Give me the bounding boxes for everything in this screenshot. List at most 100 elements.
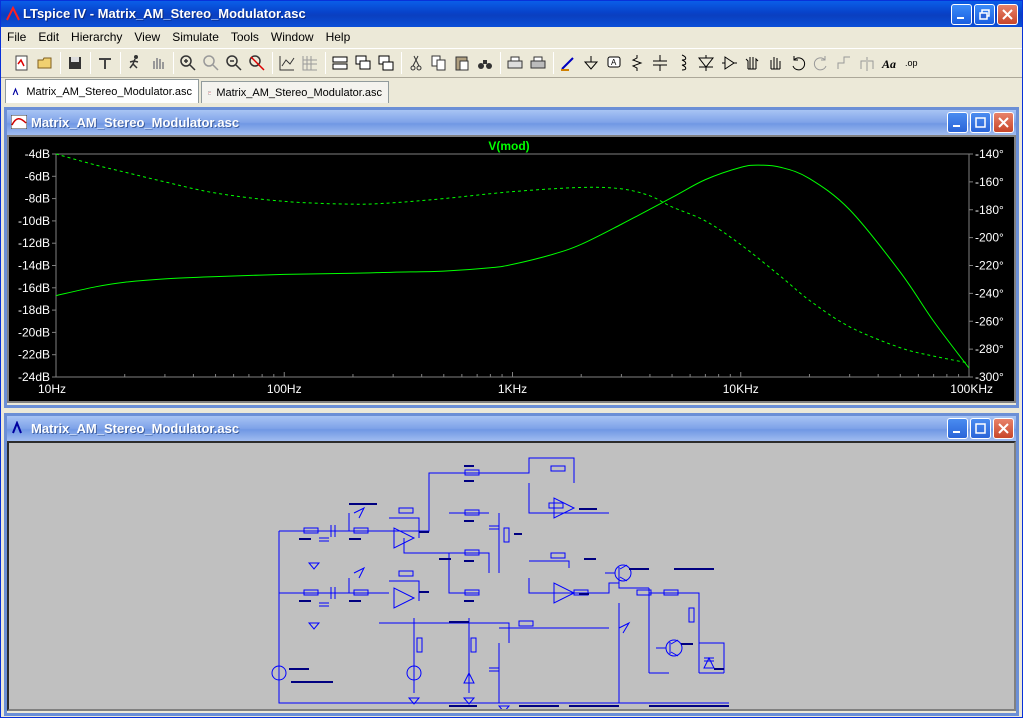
ground-button[interactable] — [580, 52, 602, 74]
grid-icon — [302, 56, 317, 71]
menu-tools[interactable]: Tools — [225, 27, 265, 47]
zoom-fit-button[interactable] — [246, 52, 268, 74]
schematic-window: Matrix_AM_Stereo_Modulator.asc — [4, 413, 1019, 716]
document-tab-bar: Matrix_AM_Stereo_Modulator.asc Matrix_AM… — [1, 79, 1022, 103]
y2-tick-label: -260° — [975, 314, 1004, 328]
run-button[interactable] — [124, 52, 146, 74]
pan-icon — [203, 55, 219, 71]
diode-button[interactable] — [695, 52, 717, 74]
print-setup-button[interactable] — [504, 52, 526, 74]
x-tick-label: 10KHz — [723, 382, 759, 396]
waveform-tab-icon — [208, 90, 212, 95]
tab-waveform[interactable]: Matrix_AM_Stereo_Modulator.asc — [201, 81, 389, 103]
tile-vertical-button[interactable] — [375, 52, 397, 74]
waveform-minimize-button[interactable] — [947, 112, 968, 133]
y-tick-label: -4dB — [25, 147, 50, 161]
new-schematic-button[interactable] — [11, 52, 33, 74]
run-icon — [129, 55, 139, 69]
menu-window[interactable]: Window — [265, 27, 320, 47]
undo-button[interactable] — [787, 52, 809, 74]
waveform-maximize-button[interactable] — [970, 112, 991, 133]
waveform-close-button[interactable] — [993, 112, 1014, 133]
zoom-out-button[interactable] — [223, 52, 245, 74]
print-setup-icon — [507, 56, 523, 69]
rotate-button[interactable] — [833, 52, 855, 74]
halt-button[interactable] — [147, 52, 169, 74]
circuit-diagram[interactable] — [9, 443, 1014, 713]
x-tick-label: 100KHz — [950, 382, 993, 396]
print-icon — [530, 56, 546, 69]
open-button[interactable] — [34, 52, 56, 74]
y2-axis-ticks: -140° -160° -180° -200° -220° -240° -260° -280°… — [969, 147, 1004, 384]
paste-button[interactable] — [451, 52, 473, 74]
component-button[interactable] — [718, 52, 740, 74]
draw-wire-button[interactable] — [557, 52, 579, 74]
schematic-labels — [289, 465, 729, 707]
resistor-button[interactable] — [626, 52, 648, 74]
cut-button[interactable] — [405, 52, 427, 74]
ground-icon — [583, 56, 599, 70]
y-tick-label: -18dB — [18, 303, 50, 317]
menu-file[interactable]: File — [1, 27, 32, 47]
close-icon — [998, 117, 1009, 128]
menu-view[interactable]: View — [128, 27, 166, 47]
cascade-button[interactable] — [352, 52, 374, 74]
phase-trace[interactable] — [55, 153, 970, 364]
copy-button[interactable] — [428, 52, 450, 74]
autorange-button[interactable] — [276, 52, 298, 74]
menu-bar: File Edit Hierarchy View Simulate Tools … — [1, 27, 1022, 47]
text-button[interactable]: Aa — [879, 52, 901, 74]
plot-pane[interactable]: -4dB -6dB -8dB -10dB -12dB -14dB -16dB -18dB -20… — [7, 135, 1016, 403]
open-icon — [37, 57, 52, 69]
mirror-button[interactable] — [856, 52, 878, 74]
paste-icon — [455, 56, 469, 71]
tile-horizontal-button[interactable] — [329, 52, 351, 74]
schematic-minimize-button[interactable] — [947, 418, 968, 439]
trace-label-vmod[interactable]: V(mod) — [488, 139, 529, 153]
minimize-icon — [953, 431, 960, 433]
capacitor-button[interactable] — [649, 52, 671, 74]
menu-hierarchy[interactable]: Hierarchy — [65, 27, 128, 47]
save-button[interactable] — [64, 52, 86, 74]
restore-button[interactable] — [974, 4, 995, 25]
bode-plot[interactable]: -4dB -6dB -8dB -10dB -12dB -14dB -16dB -18dB -20… — [9, 137, 1014, 401]
waveform-window-icon — [11, 115, 27, 129]
cascade-icon — [355, 55, 371, 70]
spice-directive-button[interactable]: .op — [902, 52, 924, 74]
print-button[interactable] — [527, 52, 549, 74]
redo-button[interactable] — [810, 52, 832, 74]
schematic-close-button[interactable] — [993, 418, 1014, 439]
resistor-icon — [631, 55, 643, 71]
minimize-button[interactable] — [951, 4, 972, 25]
y-axis-ticks: -4dB -6dB -8dB -10dB -12dB -14dB -16dB -18dB -20… — [18, 147, 56, 384]
close-button[interactable] — [997, 4, 1018, 25]
schematic-window-titlebar[interactable]: Matrix_AM_Stereo_Modulator.asc — [7, 416, 1016, 441]
label-net-button[interactable]: A — [603, 52, 625, 74]
schematic-wires — [271, 457, 729, 713]
find-button[interactable] — [474, 52, 496, 74]
zoom-in-button[interactable] — [177, 52, 199, 74]
tab-label: Matrix_AM_Stereo_Modulator.asc — [216, 86, 382, 99]
inductor-button[interactable] — [672, 52, 694, 74]
schematic-tab-icon — [12, 87, 19, 95]
schematic-maximize-button[interactable] — [970, 418, 991, 439]
grid-button[interactable] — [299, 52, 321, 74]
drag-button[interactable] — [764, 52, 786, 74]
menu-edit[interactable]: Edit — [32, 27, 65, 47]
schematic-canvas[interactable] — [7, 441, 1016, 713]
tab-schematic[interactable]: Matrix_AM_Stereo_Modulator.asc — [5, 79, 199, 103]
schematic-window-title: Matrix_AM_Stereo_Modulator.asc — [31, 421, 240, 436]
magnitude-trace[interactable] — [55, 164, 970, 369]
menu-simulate[interactable]: Simulate — [166, 27, 225, 47]
maximize-icon — [975, 117, 986, 128]
inductor-icon — [681, 54, 687, 71]
pan-button[interactable] — [200, 52, 222, 74]
y2-tick-label: -180° — [975, 203, 1004, 217]
zoom-in-icon — [180, 55, 196, 71]
ltspice-app-icon — [6, 6, 20, 21]
waveform-window-titlebar[interactable]: Matrix_AM_Stereo_Modulator.asc — [7, 110, 1016, 135]
control-panel-button[interactable] — [94, 52, 116, 74]
title-bar[interactable]: LTspice IV - Matrix_AM_Stereo_Modulator.… — [1, 1, 1022, 27]
menu-help[interactable]: Help — [320, 27, 357, 47]
move-button[interactable] — [741, 52, 763, 74]
